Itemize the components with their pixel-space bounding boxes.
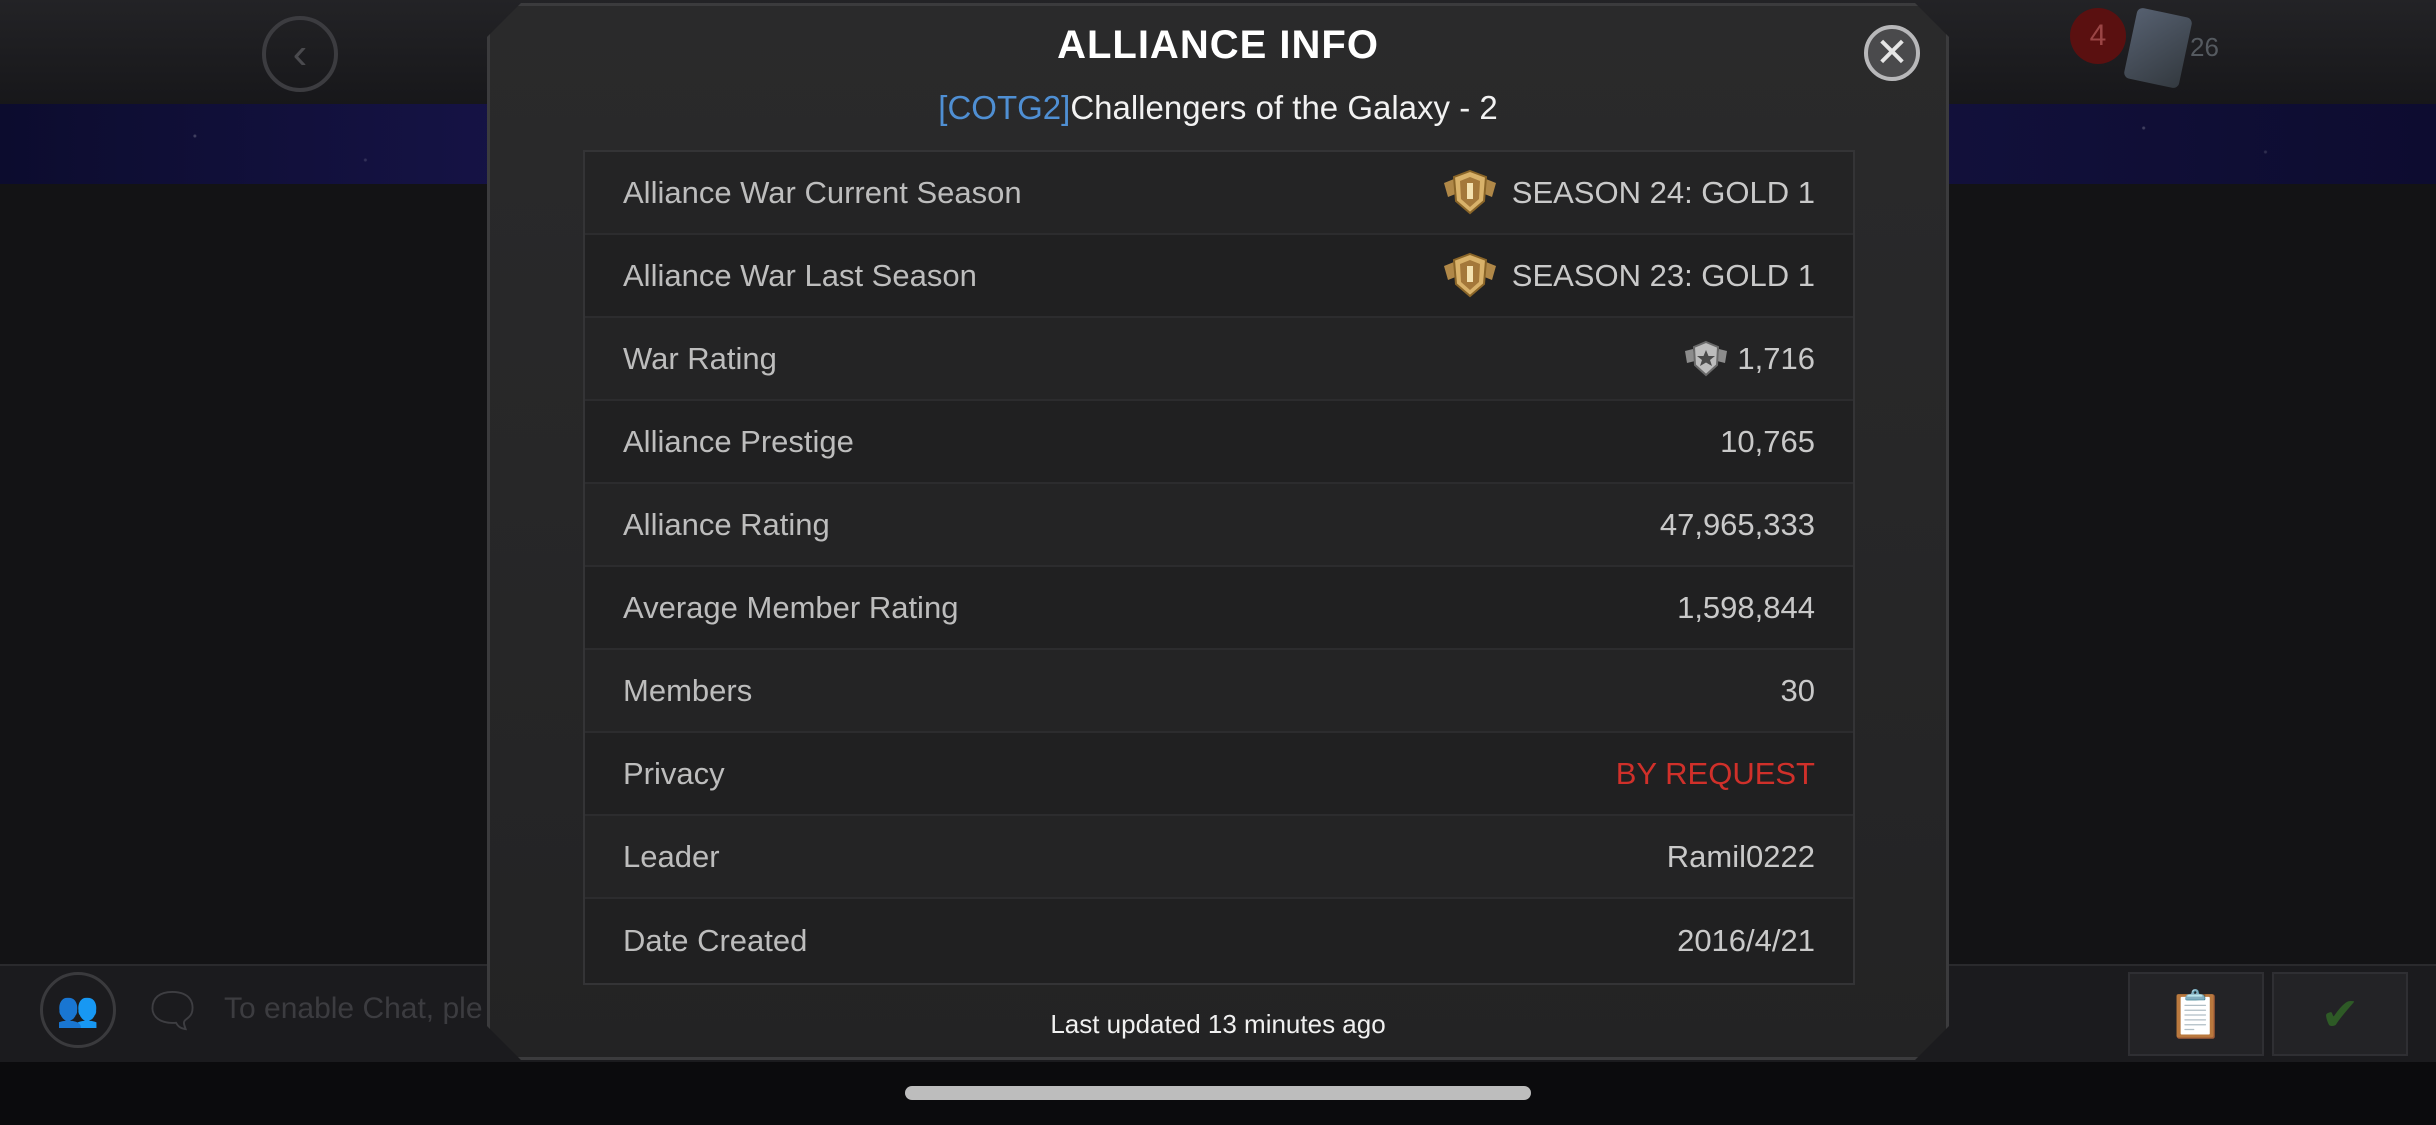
last-updated-text: Last updated 13 minutes ago: [1050, 1009, 1386, 1039]
card-count: 26: [2190, 32, 2219, 62]
notification-badge[interactable]: 4: [2070, 8, 2126, 64]
chevron-left-icon: ‹: [292, 29, 308, 78]
checkmark-icon: ✔: [2320, 988, 2360, 1040]
info-row-alliance-prestige: Alliance Prestige 10,765: [585, 401, 1853, 484]
modal-title: ALLIANCE INFO: [1057, 23, 1379, 67]
row-label: Date Created: [623, 922, 808, 958]
close-icon: ✕: [1875, 31, 1909, 75]
row-label: Alliance War Last Season: [623, 257, 977, 293]
info-row-date-created: Date Created 2016/4/21: [585, 899, 1853, 982]
privacy-value: BY REQUEST: [1615, 755, 1815, 791]
war-rating-icon: [1683, 339, 1729, 379]
row-value-text: SEASON 24: GOLD 1: [1511, 174, 1815, 210]
row-label: Alliance War Current Season: [623, 174, 1022, 210]
info-row-members: Members 30: [585, 650, 1853, 733]
row-label: Alliance Rating: [623, 506, 830, 542]
row-label: Privacy: [623, 755, 725, 791]
quests-button[interactable]: 📋: [2128, 972, 2264, 1056]
info-row-leader: Leader Ramil0222: [585, 816, 1853, 899]
info-row-war-last-season: Alliance War Last Season SEASON 23: GOLD…: [585, 235, 1853, 318]
row-value: 2016/4/21: [1677, 922, 1815, 958]
row-value: 10,765: [1720, 423, 1815, 459]
back-button[interactable]: ‹: [262, 16, 338, 92]
alliance-name: Challengers of the Galaxy - 2: [1070, 89, 1498, 126]
info-row-war-current-season: Alliance War Current Season SEASON 24: G…: [585, 152, 1853, 235]
row-value: 1,598,844: [1677, 589, 1815, 625]
row-value: 30: [1780, 672, 1815, 708]
info-row-war-rating: War Rating 1,716: [585, 318, 1853, 401]
home-indicator[interactable]: [905, 1086, 1531, 1100]
row-value-text: SEASON 23: GOLD 1: [1511, 257, 1815, 293]
alliance-info-modal: ALLIANCE INFO [COTG2]Challengers of the …: [487, 3, 1949, 1060]
info-row-average-member-rating: Average Member Rating 1,598,844: [585, 567, 1853, 650]
alliance-members-icon[interactable]: 👥: [40, 972, 116, 1048]
chat-bubble-icon[interactable]: 🗨: [142, 982, 203, 1039]
info-row-privacy: Privacy BY REQUEST: [585, 733, 1853, 816]
gold-season-icon: [1440, 250, 1500, 302]
row-value: SEASON 23: GOLD 1: [1440, 250, 1815, 302]
info-row-alliance-rating: Alliance Rating 47,965,333: [585, 484, 1853, 567]
row-value: SEASON 24: GOLD 1: [1440, 167, 1815, 219]
chat-placeholder-text[interactable]: To enable Chat, ple: [224, 992, 483, 1026]
row-label: War Rating: [623, 340, 777, 376]
clipboard-icon: 📋: [2167, 987, 2225, 1040]
row-value-text: 1,716: [1737, 340, 1815, 376]
alliance-info-table: Alliance War Current Season SEASON 24: G…: [583, 150, 1855, 985]
close-button[interactable]: ✕: [1864, 25, 1920, 81]
alliance-subtitle: [COTG2]Challengers of the Galaxy - 2: [487, 89, 1949, 127]
leader-name[interactable]: Ramil0222: [1667, 839, 1815, 875]
row-label: Alliance Prestige: [623, 423, 854, 459]
row-label: Members: [623, 672, 753, 708]
row-label: Average Member Rating: [623, 589, 959, 625]
row-label: Leader: [623, 838, 720, 874]
alliance-tag: [COTG2]: [938, 89, 1071, 126]
gold-season-icon: [1440, 167, 1500, 219]
people-icon: 👥: [56, 991, 100, 1029]
row-value: 1,716: [1683, 339, 1815, 379]
row-value: 47,965,333: [1659, 506, 1815, 542]
confirm-button[interactable]: ✔: [2272, 972, 2408, 1056]
